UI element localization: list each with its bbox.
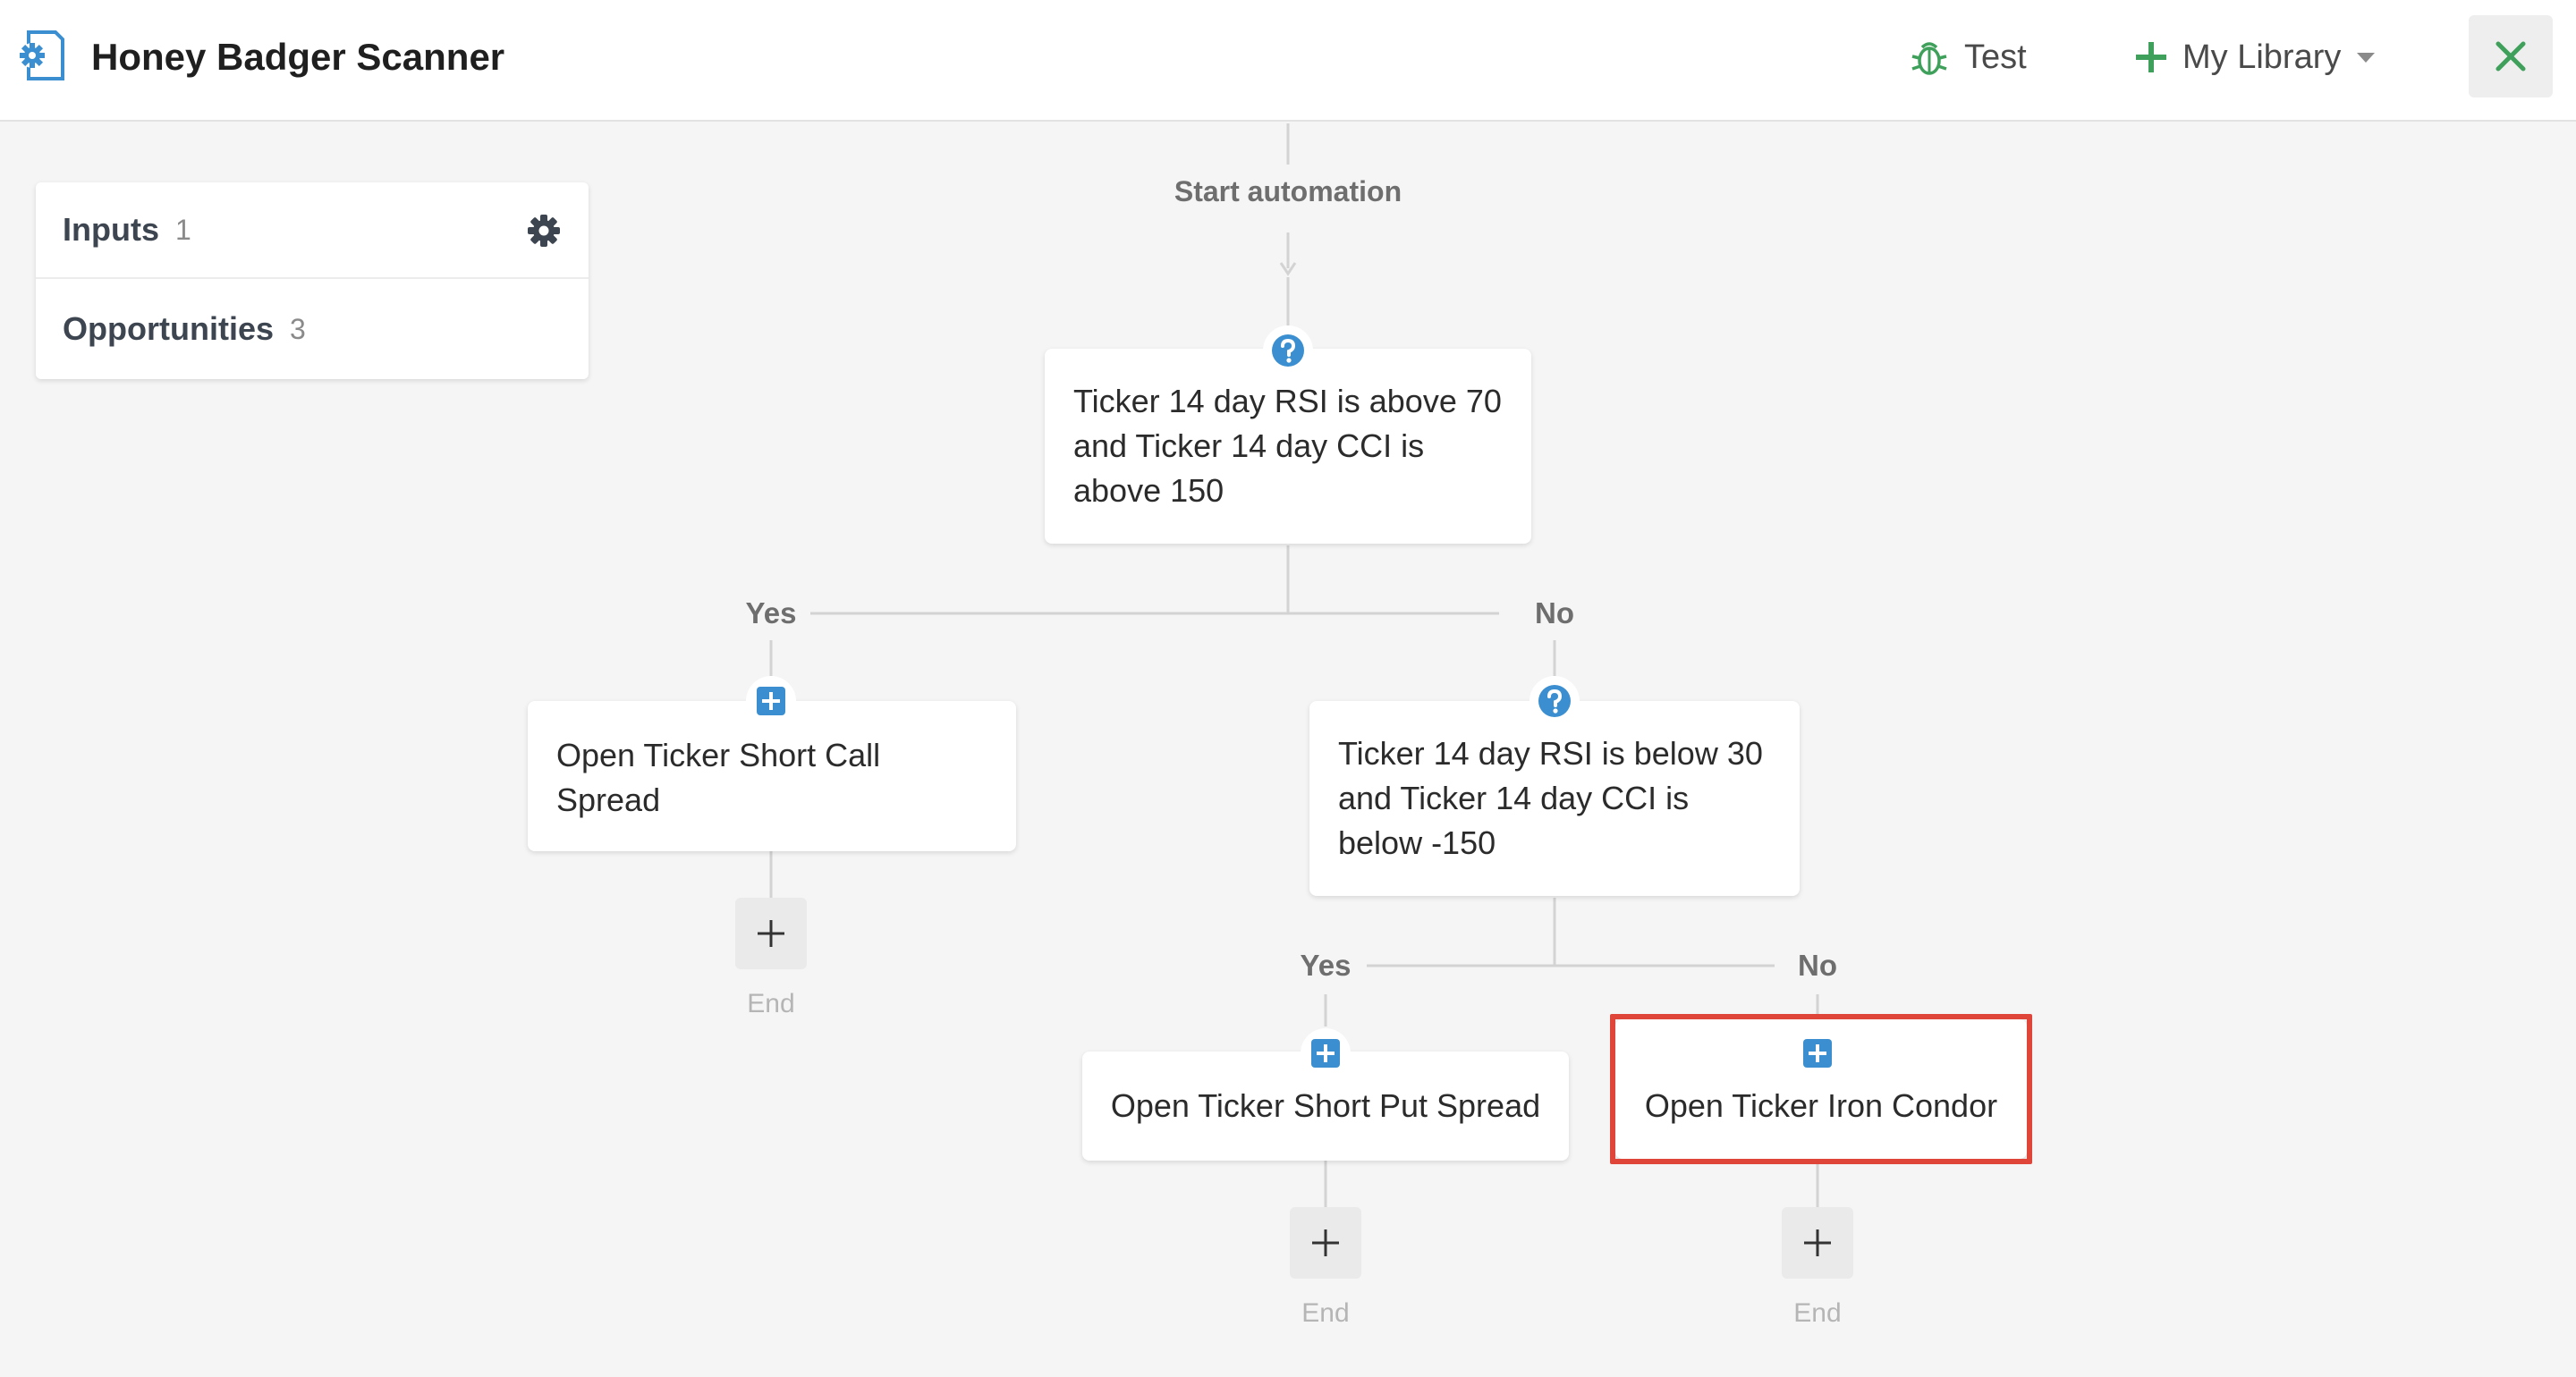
action-text: Open Ticker Short Put Spread <box>1110 1087 1541 1124</box>
plus-icon <box>1312 1229 1339 1256</box>
add-step-button[interactable] <box>1782 1207 1853 1279</box>
plus-square-icon <box>757 687 785 715</box>
condition-text: Ticker 14 day RSI is above 70 and Ticker… <box>1073 383 1502 509</box>
action-badge <box>746 676 796 726</box>
end-label: End <box>1793 1298 1842 1328</box>
condition-card-rsi-above[interactable]: Ticker 14 day RSI is above 70 and Ticker… <box>1045 349 1531 544</box>
selection-highlight <box>1610 1014 2032 1164</box>
question-badge <box>1530 676 1580 726</box>
branch-label-yes: Yes <box>1300 949 1352 982</box>
plus-square-icon <box>1311 1039 1340 1068</box>
plus-icon <box>1804 1229 1831 1256</box>
action-text: Open Ticker Short Call Spread <box>556 737 881 818</box>
end-label: End <box>747 989 795 1018</box>
action-badge <box>1301 1028 1351 1078</box>
question-circle-icon <box>1272 334 1304 367</box>
plus-icon <box>758 920 784 947</box>
add-step-button[interactable] <box>1290 1207 1361 1279</box>
start-automation-label: Start automation <box>1174 175 1402 207</box>
condition-text: Ticker 14 day RSI is below 30 and Ticker… <box>1338 735 1763 861</box>
condition-card-rsi-below[interactable]: Ticker 14 day RSI is below 30 and Ticker… <box>1309 701 1800 896</box>
end-label: End <box>1301 1298 1350 1328</box>
branch-label-no: No <box>1798 949 1837 982</box>
question-circle-icon <box>1538 685 1571 717</box>
branch-label-yes: Yes <box>745 596 797 629</box>
add-step-button[interactable] <box>735 898 807 969</box>
branch-label-no: No <box>1535 596 1574 629</box>
question-badge <box>1263 325 1313 376</box>
